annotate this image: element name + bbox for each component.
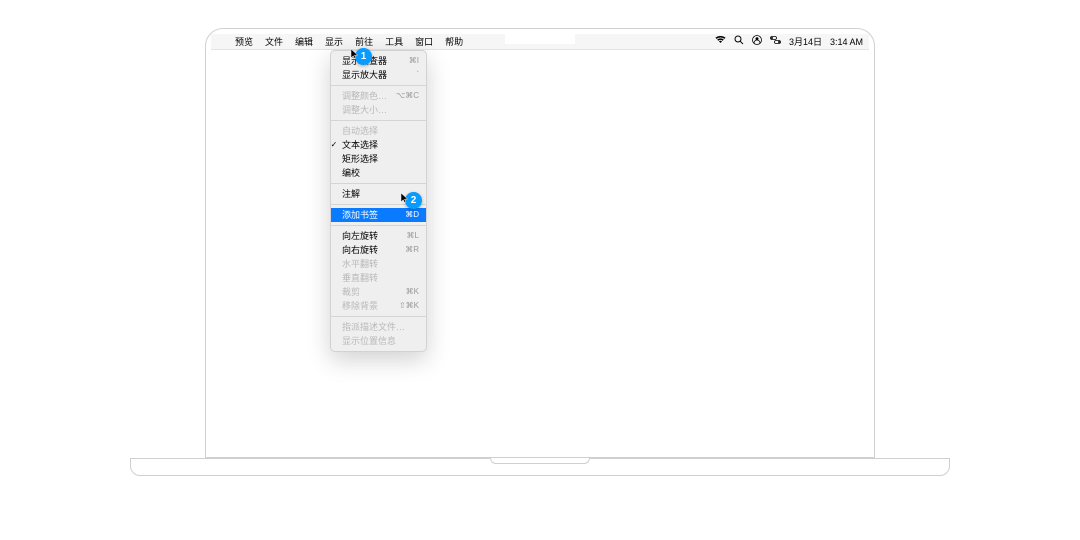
menubar-date[interactable]: 3月14日 xyxy=(789,35,822,48)
dd-sep xyxy=(331,183,426,184)
dd-sep xyxy=(331,85,426,86)
display-notch xyxy=(505,34,575,44)
dd-adjust-size: 调整大小… xyxy=(331,103,426,117)
menu-help[interactable]: 帮助 xyxy=(439,34,469,50)
menu-view[interactable]: 显示 xyxy=(319,34,349,50)
dd-adjust-color: 调整颜色… ⌥⌘C xyxy=(331,89,426,103)
wifi-icon[interactable] xyxy=(715,36,726,47)
dd-remove-bg: 移除背景 ⇧⌘K xyxy=(331,299,426,313)
screen: 预览 文件 编辑 显示 前往 工具 窗口 帮助 xyxy=(211,34,869,457)
badge-number: 2 xyxy=(411,195,417,206)
dd-crop: 裁剪 ⌘K xyxy=(331,285,426,299)
laptop-frame: 预览 文件 编辑 显示 前往 工具 窗口 帮助 xyxy=(205,28,875,458)
menu-window[interactable]: 窗口 xyxy=(409,34,439,50)
callout-badge-1: 1 xyxy=(355,48,372,65)
dd-assign-profile: 指派描述文件… xyxy=(331,320,426,334)
dd-flip-v: 垂直翻转 xyxy=(331,271,426,285)
menu-edit[interactable]: 编辑 xyxy=(289,34,319,50)
menu-file[interactable]: 文件 xyxy=(259,34,289,50)
dd-flip-h: 水平翻转 xyxy=(331,257,426,271)
dd-text-select[interactable]: ✓ 文本选择 xyxy=(331,138,426,152)
dd-show-location: 显示位置信息 xyxy=(331,334,426,348)
dd-sep xyxy=(331,120,426,121)
menubar-right: 3月14日 3:14 AM xyxy=(715,35,863,48)
menu-tools[interactable]: 工具 xyxy=(379,34,409,50)
dd-rotate-right[interactable]: 向右旋转 ⌘R xyxy=(331,243,426,257)
dd-sep xyxy=(331,225,426,226)
laptop-hinge-notch xyxy=(490,458,590,464)
check-icon: ✓ xyxy=(330,138,338,152)
dd-show-magnifier[interactable]: 显示放大器 ` xyxy=(331,68,426,82)
cursor-icon xyxy=(351,49,359,59)
laptop-base xyxy=(130,458,950,476)
dd-rect-select[interactable]: 矩形选择 xyxy=(331,152,426,166)
dd-sep xyxy=(331,316,426,317)
dd-redact[interactable]: 编校 xyxy=(331,166,426,180)
dd-rotate-left[interactable]: 向左旋转 ⌘L xyxy=(331,229,426,243)
dd-auto-select: 自动选择 xyxy=(331,124,426,138)
callout-badge-2: 2 xyxy=(405,192,422,209)
spotlight-icon[interactable] xyxy=(734,35,744,48)
cursor-icon xyxy=(401,193,409,203)
user-icon[interactable] xyxy=(752,35,762,48)
dd-add-bookmark[interactable]: 添加书签 ⌘D xyxy=(331,208,426,222)
menu-preview[interactable]: 预览 xyxy=(229,34,259,50)
menubar-time[interactable]: 3:14 AM xyxy=(830,37,863,47)
menubar-left: 预览 文件 编辑 显示 前往 工具 窗口 帮助 xyxy=(217,34,469,50)
control-center-icon[interactable] xyxy=(770,36,781,47)
badge-number: 1 xyxy=(361,51,367,62)
dd-show-inspector[interactable]: 显示检查器 ⌘I xyxy=(331,54,426,68)
